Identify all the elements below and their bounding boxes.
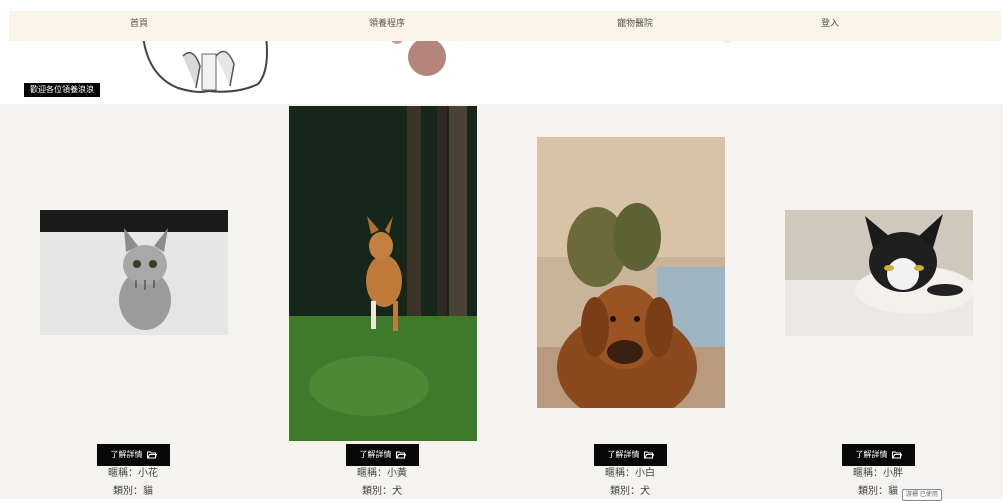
dog-photo-icon xyxy=(537,137,725,408)
nav-login[interactable]: 登入 xyxy=(821,11,839,41)
pet-photo-dog-1[interactable] xyxy=(289,106,477,441)
details-button-4[interactable]: 了解詳情 xyxy=(842,444,915,466)
details-button-1[interactable]: 了解詳情 xyxy=(97,444,170,466)
nav-adoption-process[interactable]: 領養程序 xyxy=(369,11,405,41)
pet-type-label: 類別：犬 xyxy=(610,486,650,497)
folder-open-icon xyxy=(643,451,654,459)
pet-name-label: 暱稱：小花 xyxy=(108,468,158,479)
welcome-banner: 歡迎各位領養浪浪 xyxy=(24,83,100,97)
details-button-label: 了解詳情 xyxy=(110,450,143,459)
pet-photo-cat-1[interactable] xyxy=(40,210,228,335)
details-button-2[interactable]: 了解詳情 xyxy=(346,444,419,466)
dog-photo-icon xyxy=(289,106,477,441)
pet-type-label: 類別：犬 xyxy=(362,486,402,497)
cartoon-cat-illustration xyxy=(142,36,268,93)
top-navbar: 首頁 領養程序 寵物醫院 登入 xyxy=(9,11,1001,41)
pet-photo-dog-2[interactable] xyxy=(537,137,725,408)
pet-photo-cat-2[interactable] xyxy=(785,210,973,336)
pet-gallery: 了解詳情 暱稱：小花 類別：貓 了解詳情 暱稱：小黃 類別：犬 了解詳情 暱稱：… xyxy=(0,104,1003,499)
folder-open-icon xyxy=(891,451,902,459)
cursor-tooltip: 游標 已使用 xyxy=(902,489,942,501)
nav-home[interactable]: 首頁 xyxy=(130,11,148,41)
pet-name-label: 暱稱：小胖 xyxy=(853,468,903,479)
decor-circle-large xyxy=(408,38,446,76)
details-button-label: 了解詳情 xyxy=(855,450,888,459)
cat-photo-icon xyxy=(40,210,228,335)
details-button-label: 了解詳情 xyxy=(359,450,392,459)
details-button-label: 了解詳情 xyxy=(607,450,640,459)
pet-type-label: 類別：貓 xyxy=(113,486,153,497)
nav-pet-hospital[interactable]: 寵物醫院 xyxy=(617,11,653,41)
folder-open-icon xyxy=(395,451,406,459)
folder-open-icon xyxy=(146,451,157,459)
pet-name-label: 暱稱：小白 xyxy=(605,468,655,479)
details-button-3[interactable]: 了解詳情 xyxy=(594,444,667,466)
pet-name-label: 暱稱：小黃 xyxy=(357,468,407,479)
cat-photo-icon xyxy=(785,210,973,336)
